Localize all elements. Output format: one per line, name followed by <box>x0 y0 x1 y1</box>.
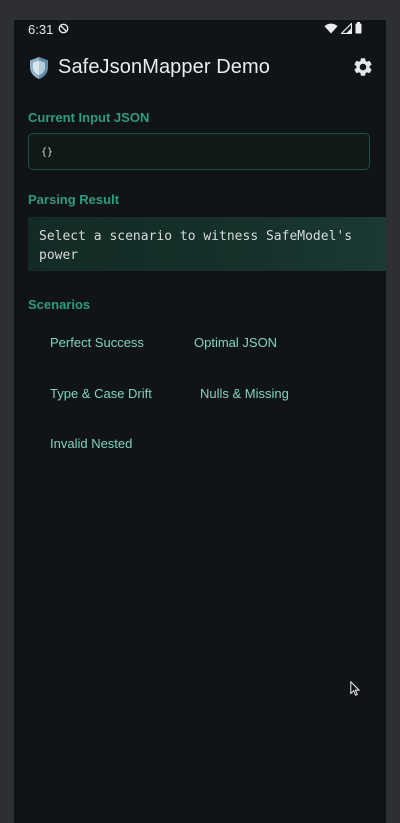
status-bar: 6:31 <box>0 0 400 40</box>
json-input-value: {} <box>41 147 54 158</box>
scenario-type-case-drift-button[interactable]: Type & Case Drift <box>50 386 152 401</box>
shield-icon <box>30 57 48 79</box>
result-section-label: Parsing Result <box>28 192 120 207</box>
status-icons <box>324 22 362 34</box>
scenario-perfect-success-button[interactable]: Perfect Success <box>50 335 144 350</box>
input-section-label: Current Input JSON <box>28 110 150 125</box>
scenario-invalid-nested-button[interactable]: Invalid Nested <box>50 436 132 451</box>
scenario-nulls-missing-button[interactable]: Nulls & Missing <box>200 386 289 401</box>
parsing-result-message: Select a scenario to witness SafeModel's… <box>39 229 353 263</box>
scenarios-section-label: Scenarios <box>28 297 91 312</box>
json-input-box: {} <box>28 133 370 170</box>
do-not-disturb-icon <box>58 23 69 34</box>
signal-icon <box>341 22 352 34</box>
app-title: SafeJsonMapper Demo <box>58 56 271 78</box>
wifi-icon <box>324 23 338 33</box>
battery-icon <box>355 22 362 34</box>
mouse-cursor-icon <box>350 681 360 696</box>
app-bar: SafeJsonMapper Demo <box>14 40 386 96</box>
status-time: 6:31 <box>28 22 54 37</box>
gear-icon[interactable] <box>352 56 374 78</box>
scenario-optimal-json-button[interactable]: Optimal JSON <box>194 335 277 350</box>
parsing-result-box: Select a scenario to witness SafeModel's… <box>28 217 386 271</box>
